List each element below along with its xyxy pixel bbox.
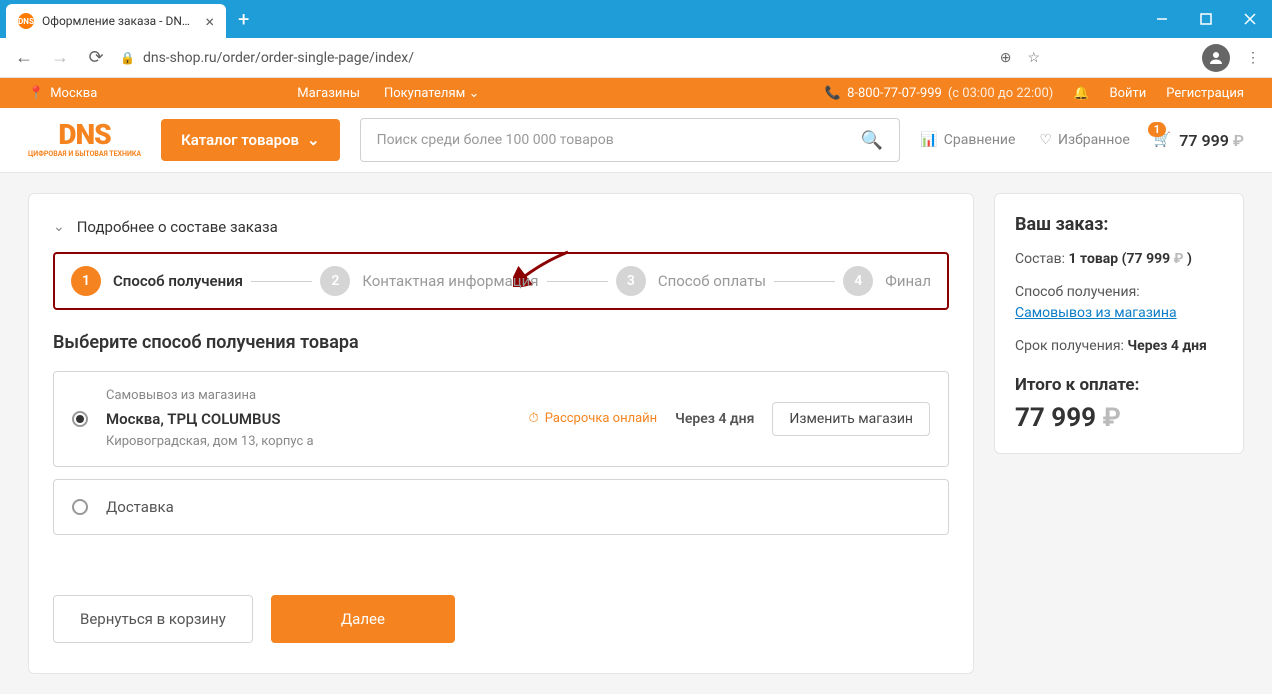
- bell-icon[interactable]: 🔔: [1073, 86, 1089, 101]
- stores-link[interactable]: Магазины: [297, 86, 360, 101]
- new-tab-button[interactable]: +: [226, 7, 261, 31]
- chevron-down-icon: ⌄: [307, 131, 320, 149]
- change-store-button[interactable]: Изменить магазин: [772, 402, 930, 436]
- next-button[interactable]: Далее: [271, 595, 455, 643]
- logo-text: DNS: [58, 121, 110, 149]
- summary-title: Ваш заказ:: [1015, 214, 1223, 235]
- logo[interactable]: DNS ЦИФРОВАЯ И БЫТОВАЯ ТЕХНИКА: [28, 121, 141, 159]
- pickup-option[interactable]: Самовывоз из магазина Москва, ТРЦ COLUMB…: [53, 371, 949, 467]
- browser-url-bar: ← → ⟳ 🔒 dns-shop.ru/order/order-single-p…: [0, 38, 1272, 78]
- site-header: DNS ЦИФРОВАЯ И БЫТОВАЯ ТЕХНИКА Каталог т…: [0, 108, 1272, 173]
- total-label: Итого к оплате:: [1015, 375, 1223, 395]
- address-bar[interactable]: 🔒 dns-shop.ru/order/order-single-page/in…: [120, 50, 988, 66]
- phone-icon: 📞: [825, 86, 841, 101]
- order-details-toggle[interactable]: ⌄ Подробнее о составе заказа: [53, 218, 949, 252]
- compare-link[interactable]: 📊 Сравнение: [920, 132, 1015, 148]
- maximize-button[interactable]: [1184, 0, 1228, 38]
- bars-icon: 📊: [920, 132, 937, 148]
- step-divider: [774, 281, 835, 282]
- heart-icon: ♡: [1039, 132, 1052, 148]
- tab-title: Оформление заказа - DNS – ин: [42, 14, 191, 28]
- site-top-bar: 📍 Москва Магазины Покупателям ⌄ 📞 8-800-…: [0, 78, 1272, 108]
- pin-icon: 📍: [28, 86, 44, 101]
- chevron-down-icon: ⌄: [53, 219, 65, 235]
- summary-eta: Срок получения: Через 4 дня: [1015, 336, 1223, 357]
- cart-button[interactable]: 🛒1 77 999 ₽: [1154, 131, 1244, 150]
- favicon-icon: DNS: [18, 13, 34, 29]
- total-price: 77 999 ₽: [1015, 403, 1223, 433]
- city-selector[interactable]: 📍 Москва: [28, 86, 97, 101]
- register-link[interactable]: Регистрация: [1166, 86, 1244, 101]
- close-tab-icon[interactable]: ×: [205, 12, 214, 31]
- pickup-sublabel: Самовывоз из магазина: [106, 386, 511, 406]
- forward-button[interactable]: →: [48, 46, 72, 70]
- star-icon[interactable]: ☆: [1027, 50, 1040, 66]
- step-payment[interactable]: 3 Способ оплаты: [616, 266, 766, 296]
- cart-badge: 1: [1148, 122, 1166, 137]
- step-contact-info[interactable]: 2 Контактная информация: [320, 266, 538, 296]
- checkout-main: ⌄ Подробнее о составе заказа 1 Способ по…: [28, 193, 974, 674]
- search-box[interactable]: 🔍: [360, 118, 901, 162]
- close-window-button[interactable]: [1228, 0, 1272, 38]
- phone-number[interactable]: 📞 8-800-77-07-999 (с 03:00 до 22:00): [825, 86, 1053, 101]
- radio-delivery[interactable]: [72, 499, 88, 515]
- summary-method-link[interactable]: Самовывоз из магазина: [1015, 305, 1177, 321]
- section-title: Выберите способ получения товара: [53, 332, 949, 353]
- cart-price: 77 999 ₽: [1179, 131, 1244, 150]
- back-to-cart-button[interactable]: Вернуться в корзину: [53, 595, 253, 643]
- catalog-button[interactable]: Каталог товаров ⌄: [161, 119, 340, 161]
- checkout-steps: 1 Способ получения 2 Контактная информац…: [53, 252, 949, 310]
- url-text: dns-shop.ru/order/order-single-page/inde…: [143, 50, 414, 66]
- pickup-eta: Через 4 дня: [675, 411, 754, 427]
- installment-link[interactable]: ⏱ Рассрочка онлайн: [529, 411, 658, 426]
- step-divider: [547, 281, 608, 282]
- back-button[interactable]: ←: [12, 46, 36, 70]
- city-name: Москва: [50, 86, 97, 101]
- browser-tab[interactable]: DNS Оформление заказа - DNS – ин ×: [6, 4, 226, 38]
- details-label: Подробнее о составе заказа: [77, 218, 278, 236]
- step-divider: [251, 281, 312, 282]
- customers-link[interactable]: Покупателям ⌄: [384, 86, 479, 101]
- minimize-button[interactable]: [1140, 0, 1184, 38]
- delivery-option[interactable]: Доставка: [53, 479, 949, 535]
- browser-tab-strip: DNS Оформление заказа - DNS – ин × +: [0, 0, 1272, 38]
- cart-icon: 🛒1: [1154, 132, 1171, 148]
- chevron-down-icon: ⌄: [468, 86, 479, 101]
- radio-pickup[interactable]: [72, 411, 88, 427]
- step-final[interactable]: 4 Финал: [843, 266, 931, 296]
- login-link[interactable]: Войти: [1109, 86, 1146, 101]
- search-icon[interactable]: 🔍: [861, 130, 883, 151]
- install-icon[interactable]: ⊕: [1000, 50, 1012, 66]
- window-controls: [1140, 0, 1272, 38]
- clock-icon: ⏱: [529, 411, 539, 426]
- lock-icon: 🔒: [120, 51, 135, 65]
- menu-icon[interactable]: ⋮: [1246, 50, 1260, 66]
- delivery-label: Доставка: [106, 498, 174, 516]
- reload-button[interactable]: ⟳: [84, 46, 108, 70]
- step-delivery-method[interactable]: 1 Способ получения: [71, 266, 243, 296]
- favorites-link[interactable]: ♡ Избранное: [1039, 132, 1129, 148]
- summary-method: Способ получения: Самовывоз из магазина: [1015, 282, 1223, 324]
- pickup-store-name: Москва, ТРЦ COLUMBUS: [106, 408, 511, 431]
- order-summary: Ваш заказ: Состав: 1 товар (77 999 ₽ ) С…: [994, 193, 1244, 454]
- logo-subtitle: ЦИФРОВАЯ И БЫТОВАЯ ТЕХНИКА: [28, 151, 141, 159]
- profile-avatar-icon[interactable]: [1202, 44, 1230, 72]
- summary-contents: Состав: 1 товар (77 999 ₽ ): [1015, 249, 1223, 270]
- search-input[interactable]: [377, 132, 849, 148]
- pickup-address: Кировоградская, дом 13, корпус а: [106, 432, 511, 452]
